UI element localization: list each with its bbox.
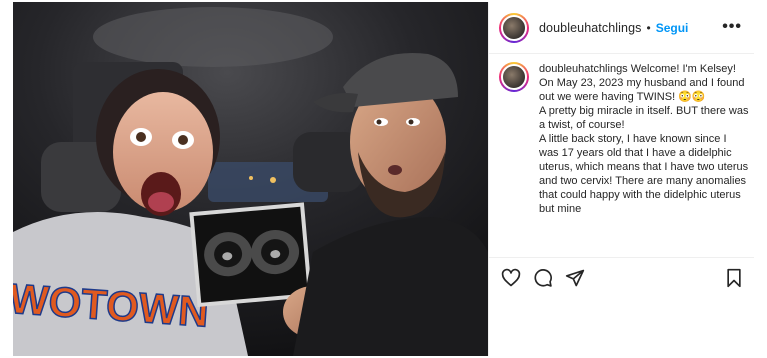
- post-sidebar: doubleuhatchlings • Segui ••• doubleuhat…: [488, 2, 754, 356]
- send-icon[interactable]: [565, 268, 585, 288]
- caption-line-0: Welcome! I'm Kelsey!: [630, 63, 736, 75]
- post-username[interactable]: doubleuhatchlings: [539, 21, 641, 35]
- avatar-photo: [501, 14, 527, 41]
- caption-avatar[interactable]: [499, 62, 529, 92]
- avatar[interactable]: [499, 12, 529, 43]
- caption-avatar-photo: [501, 64, 527, 90]
- heart-icon[interactable]: [501, 268, 521, 288]
- couple-photo-illustration: WOTOWN: [13, 2, 488, 356]
- post-photo[interactable]: WOTOWN: [13, 2, 488, 356]
- caption-username[interactable]: doubleuhatchlings: [539, 63, 628, 75]
- separator-dot: •: [646, 20, 651, 35]
- caption-line-2: A pretty big miracle in itself. BUT ther…: [539, 105, 749, 131]
- comment-icon[interactable]: [533, 268, 553, 288]
- caption-line: doubleuhatchlings Welcome! I'm Kelsey!: [539, 62, 749, 76]
- post-header: doubleuhatchlings • Segui •••: [489, 2, 754, 54]
- follow-button[interactable]: Segui: [656, 21, 689, 35]
- bookmark-icon[interactable]: [724, 268, 744, 288]
- action-bar: [489, 257, 754, 297]
- caption-line-3: A little back story, I have known since …: [539, 133, 749, 215]
- post-caption: doubleuhatchlings Welcome! I'm Kelsey! O…: [499, 62, 754, 257]
- caption-text: doubleuhatchlings Welcome! I'm Kelsey! O…: [539, 62, 749, 257]
- caption-line-1: On May 23, 2023 my husband and I found o…: [539, 77, 745, 103]
- more-options-icon[interactable]: •••: [722, 18, 742, 36]
- instagram-post: WOTOWN doubleuhatchlings • Segui ••• dou…: [0, 0, 767, 358]
- ultrasound-image: [189, 202, 313, 308]
